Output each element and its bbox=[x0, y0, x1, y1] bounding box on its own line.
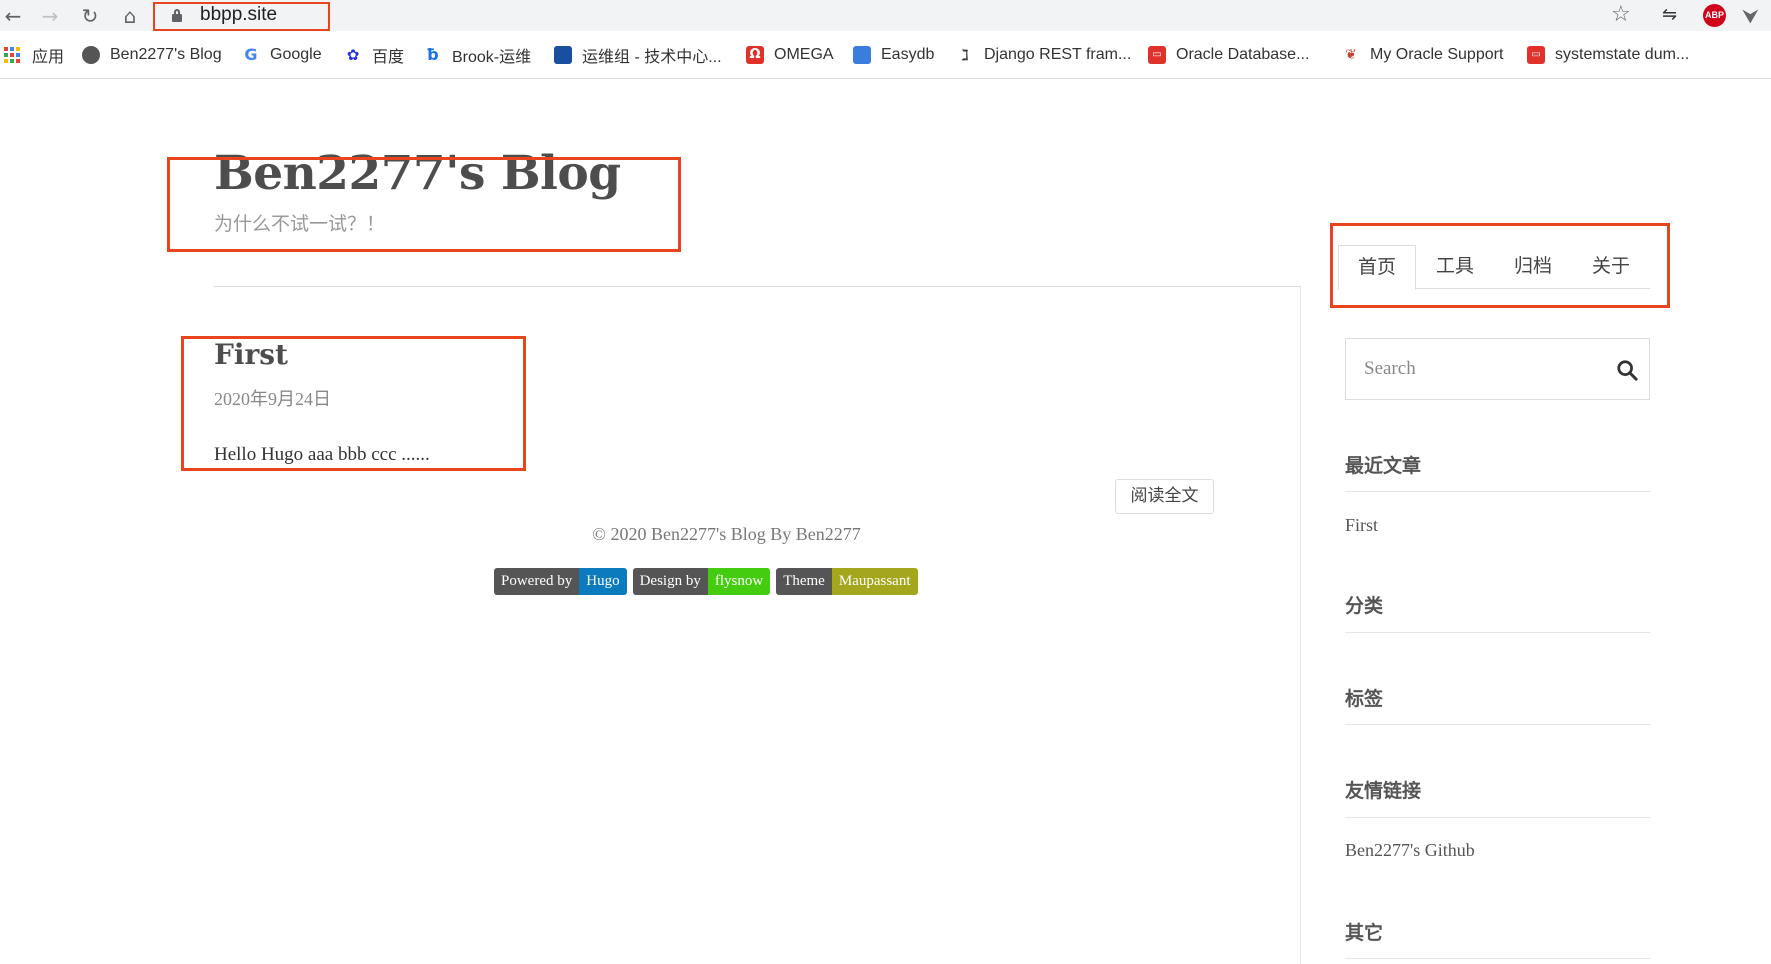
bookmark-systemstate[interactable]: ▭ systemstate dum... bbox=[1527, 43, 1689, 67]
bookmark-label: 应用 bbox=[32, 49, 65, 66]
bookmark-ben-blog[interactable]: Ben2277's Blog bbox=[82, 43, 222, 67]
home-button[interactable]: ⌂ bbox=[117, 3, 143, 29]
badge-key: Powered by bbox=[494, 568, 580, 595]
browser-toolbar: ← → ↻ ⌂ bbpp.site ☆ ⇋ ABP ⮟ bbox=[0, 0, 1771, 31]
badge-theme[interactable]: Theme Maupassant bbox=[776, 568, 918, 595]
copyright: © 2020 Ben2277's Blog By Ben2277 bbox=[592, 524, 861, 544]
sidebar-rule bbox=[1345, 958, 1650, 959]
reload-button[interactable]: ↻ bbox=[77, 3, 103, 29]
apps-icon bbox=[4, 47, 20, 63]
forward-button[interactable]: → bbox=[37, 3, 63, 29]
bookmark-baidu[interactable]: ✿ 百度 bbox=[344, 43, 404, 67]
badge-key: Theme bbox=[776, 568, 832, 595]
easydb-icon bbox=[853, 46, 871, 64]
bookmark-omega[interactable]: Ω OMEGA bbox=[746, 43, 834, 67]
bookmark-brook[interactable]: ƀ Brook-运维 bbox=[424, 43, 531, 67]
bookmark-label: 百度 bbox=[372, 49, 405, 66]
search-input[interactable] bbox=[1346, 339, 1606, 399]
address-bar[interactable]: bbpp.site bbox=[160, 2, 1600, 29]
bookmark-ops[interactable]: 运维组 - 技术中心... bbox=[554, 43, 722, 67]
bookmark-label: systemstate dum... bbox=[1555, 46, 1690, 63]
extension-v-icon[interactable]: ⮟ bbox=[1742, 4, 1759, 28]
bookmark-label: My Oracle Support bbox=[1370, 46, 1504, 63]
badge-value: Maupassant bbox=[831, 568, 918, 595]
sidebar-rule bbox=[1345, 724, 1650, 725]
search-box bbox=[1345, 338, 1650, 400]
bookmark-label: 运维组 - 技术中心... bbox=[582, 49, 722, 66]
sidebar-heading-other: 其它 bbox=[1345, 922, 1384, 944]
bookmark-star-icon[interactable]: ☆ bbox=[1611, 2, 1631, 27]
footer-badges: Powered by Hugo Design by flysnow Theme … bbox=[494, 568, 924, 595]
globe-icon bbox=[82, 46, 100, 64]
bookmark-label: Easydb bbox=[881, 46, 935, 63]
bookmark-label: Oracle Database... bbox=[1176, 46, 1310, 63]
ops-icon bbox=[554, 46, 572, 64]
url-highlight-box bbox=[153, 2, 330, 31]
oracle-icon: ▭ bbox=[1527, 46, 1545, 64]
header-divider bbox=[214, 286, 1300, 287]
badge-design-by[interactable]: Design by flysnow bbox=[632, 568, 771, 595]
sidebar-heading-links: 友情链接 bbox=[1345, 780, 1422, 802]
nav-highlight-box bbox=[1330, 223, 1670, 308]
bookmark-label: Google bbox=[270, 46, 322, 63]
friend-link-github[interactable]: Ben2277's Github bbox=[1345, 840, 1475, 861]
sidebar-rule bbox=[1345, 817, 1650, 818]
sidebar-rule bbox=[1345, 632, 1650, 633]
read-more-button[interactable]: 阅读全文 bbox=[1115, 479, 1214, 514]
bookmark-django[interactable]: ℷ Django REST fram... bbox=[956, 43, 1131, 67]
title-highlight-box bbox=[167, 157, 681, 252]
bookmark-label: Ben2277's Blog bbox=[110, 46, 222, 63]
bookmark-apps[interactable]: 应用 bbox=[4, 43, 64, 67]
mos-icon: ❦ bbox=[1345, 47, 1357, 63]
bookmarks-bar: 应用 Ben2277's Blog G Google ✿ 百度 ƀ Brook-… bbox=[0, 31, 1771, 79]
badge-value: Hugo bbox=[579, 568, 627, 595]
search-icon[interactable] bbox=[1616, 359, 1638, 381]
bookmark-label: OMEGA bbox=[774, 46, 834, 63]
oracle-icon: ▭ bbox=[1148, 46, 1166, 64]
bookmark-label: Django REST fram... bbox=[984, 46, 1132, 63]
google-icon: G bbox=[244, 45, 258, 64]
django-icon: ℷ bbox=[961, 46, 969, 64]
bookmark-oracle-database[interactable]: ▭ Oracle Database... bbox=[1148, 43, 1309, 67]
back-button[interactable]: ← bbox=[0, 3, 26, 29]
sidebar-heading-tags: 标签 bbox=[1345, 688, 1384, 710]
badge-value: flysnow bbox=[707, 568, 771, 595]
badge-key: Design by bbox=[632, 568, 708, 595]
adblock-plus-icon[interactable]: ABP bbox=[1703, 4, 1726, 27]
recent-post-link[interactable]: First bbox=[1345, 515, 1378, 536]
sidebar-divider bbox=[1300, 286, 1301, 964]
omega-icon: Ω bbox=[746, 46, 764, 64]
sync-extension-icon[interactable]: ⇋ bbox=[1662, 4, 1688, 28]
badge-powered-by[interactable]: Powered by Hugo bbox=[494, 568, 627, 595]
bookmark-easydb[interactable]: Easydb bbox=[853, 43, 934, 67]
sidebar-heading-recent: 最近文章 bbox=[1345, 455, 1422, 477]
sidebar-heading-categories: 分类 bbox=[1345, 595, 1384, 617]
brook-icon: ƀ bbox=[427, 45, 439, 64]
bookmark-google[interactable]: G Google bbox=[242, 43, 322, 67]
post-highlight-box bbox=[181, 336, 526, 471]
sidebar-rule bbox=[1345, 491, 1650, 492]
baidu-icon: ✿ bbox=[346, 46, 360, 64]
bookmark-label: Brook-运维 bbox=[452, 49, 532, 66]
bookmark-my-oracle-support[interactable]: ❦ My Oracle Support bbox=[1342, 43, 1503, 67]
